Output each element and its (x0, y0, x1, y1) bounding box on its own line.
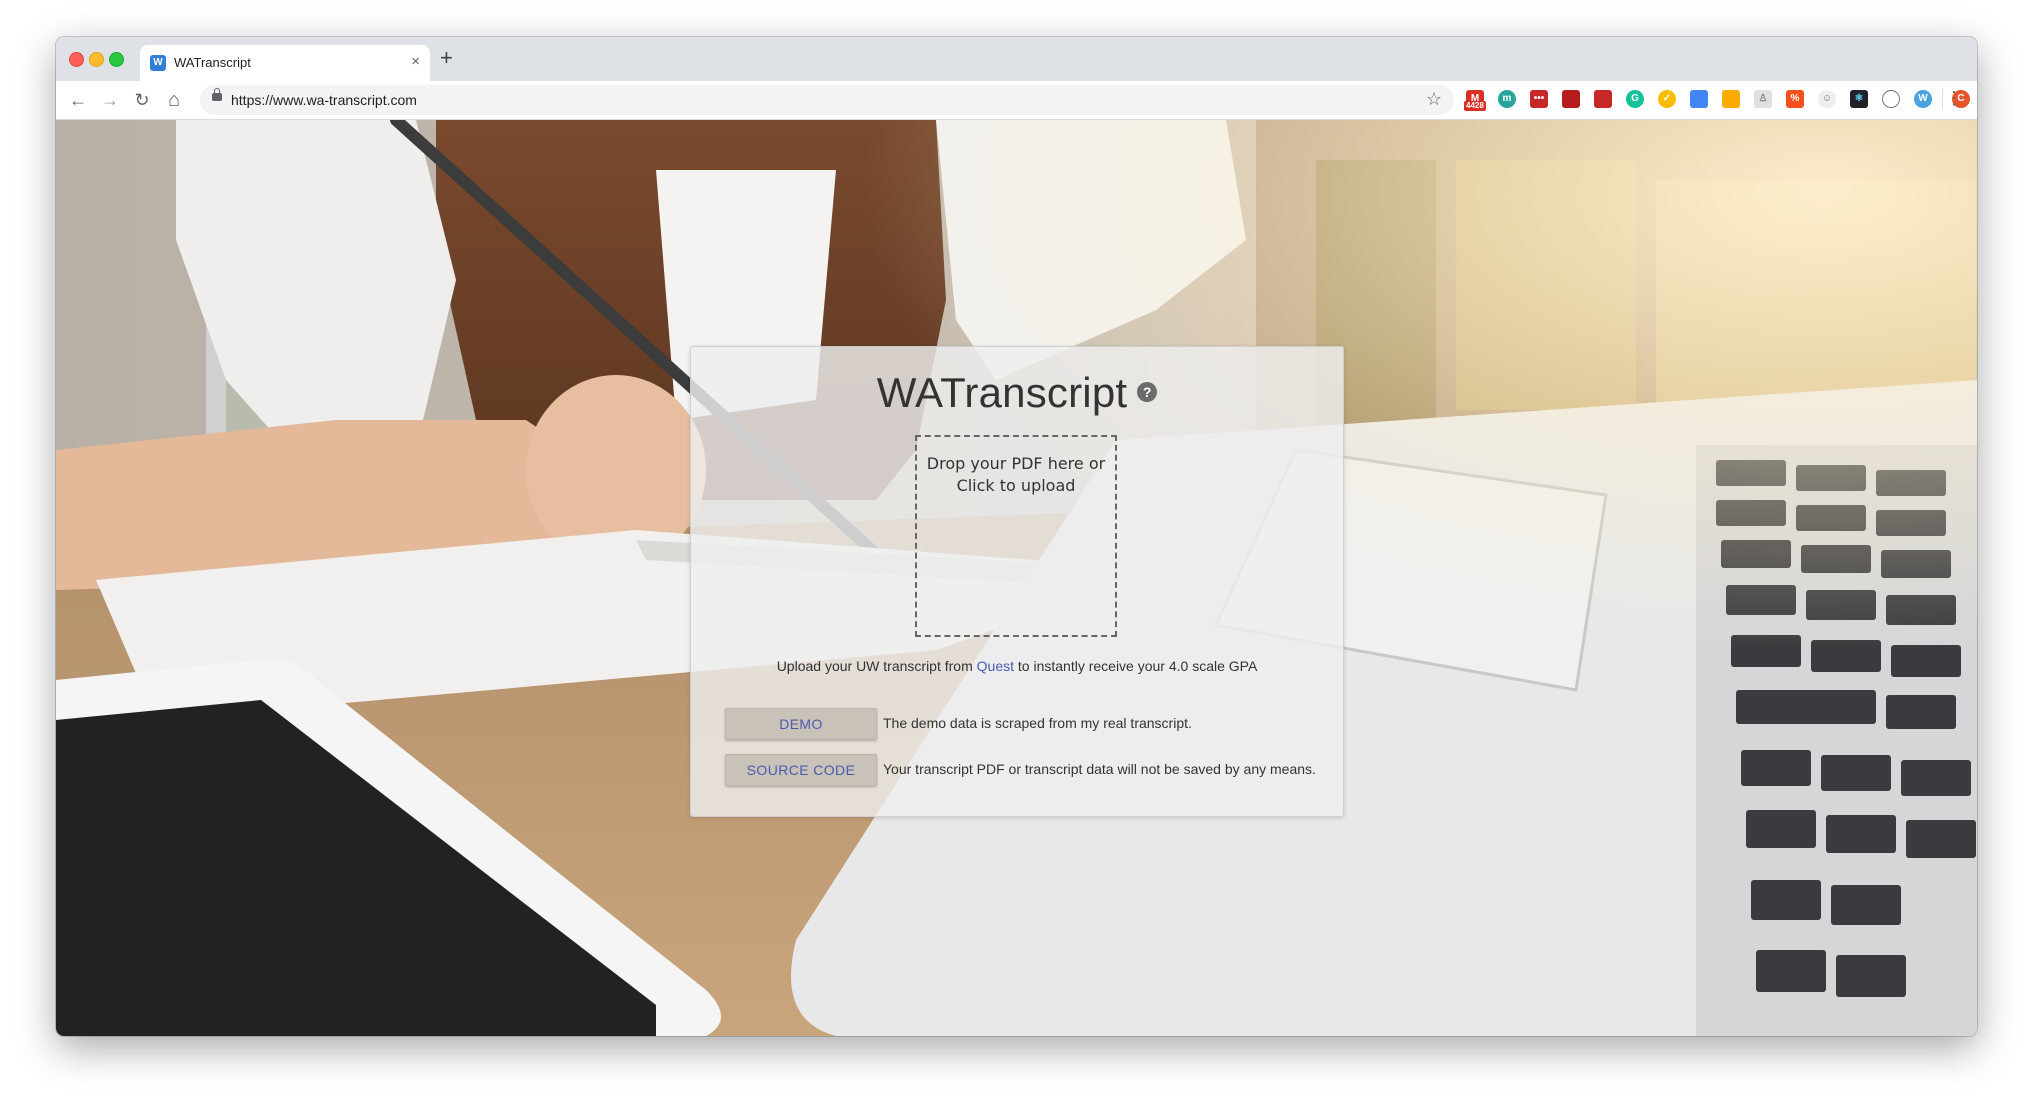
tab-title: WATranscript (174, 55, 251, 70)
dropzone-line-2: Click to upload (956, 476, 1076, 495)
dropzone-instructions: Drop your PDF here or Click to upload (917, 453, 1115, 497)
browser-toolbar: ← → ↻ ⌂ https://www.wa-transcript.com ☆ … (56, 81, 1977, 120)
checkmark-extension-icon[interactable]: ✓ (1658, 90, 1676, 108)
w-extension-icon[interactable]: W (1914, 90, 1932, 108)
circle-extension-icon[interactable] (1882, 90, 1900, 108)
bookmark-star-icon[interactable]: ☆ (1426, 89, 1442, 110)
browser-window: W WATranscript × + ← → ↻ ⌂ https://www.w… (56, 37, 1977, 1036)
google-extension-icon[interactable] (1690, 90, 1708, 108)
quest-link[interactable]: Quest (977, 658, 1014, 674)
demo-note: The demo data is scraped from my real tr… (883, 715, 1192, 731)
person-extension-icon[interactable]: ♙ (1754, 90, 1772, 108)
book-extension-icon[interactable] (1562, 90, 1580, 108)
address-bar[interactable]: https://www.wa-transcript.com ☆ (200, 85, 1454, 115)
new-tab-button[interactable]: + (440, 47, 453, 69)
page-content: WATranscript? Drop your PDF here or Clic… (56, 120, 1977, 1036)
pdf-dropzone[interactable]: Drop your PDF here or Click to upload (915, 435, 1117, 637)
privacy-note: Your transcript PDF or transcript data w… (883, 761, 1316, 777)
back-icon[interactable]: ← (66, 88, 90, 112)
shield-extension-icon[interactable] (1594, 90, 1612, 108)
toolbar-divider (1942, 89, 1943, 109)
tab-strip: W WATranscript × + (56, 37, 1977, 81)
url-text: https://www.wa-transcript.com (231, 92, 417, 108)
react-devtools-icon[interactable]: ⚛ (1850, 90, 1868, 108)
minimize-window-button[interactable] (89, 52, 104, 67)
upload-caption: Upload your UW transcript from Quest to … (691, 658, 1343, 674)
caption-after: to instantly receive your 4.0 scale GPA (1014, 658, 1258, 674)
reload-icon[interactable]: ↻ (130, 88, 154, 112)
grammarly-extension-icon[interactable]: G (1626, 90, 1644, 108)
help-icon[interactable]: ? (1137, 381, 1158, 402)
pocket-extension-icon[interactable]: % (1786, 90, 1804, 108)
gmail-badge: 4428 (1464, 101, 1486, 111)
mercury-extension-icon[interactable]: m (1498, 90, 1516, 108)
notes-extension-icon[interactable] (1722, 90, 1740, 108)
page-title: WATranscript? (691, 369, 1343, 417)
upload-card: WATranscript? Drop your PDF here or Clic… (690, 346, 1344, 817)
lock-icon (212, 88, 222, 101)
app-title: WATranscript (876, 369, 1128, 416)
close-window-button[interactable] (69, 52, 84, 67)
dropzone-line-1: Drop your PDF here or (926, 454, 1106, 473)
lastpass-extension-icon[interactable]: ••• (1530, 90, 1548, 108)
demo-button[interactable]: DEMO (725, 708, 877, 740)
browser-menu-icon[interactable]: ⋮ (1945, 88, 1963, 109)
face-extension-icon[interactable]: ☺ (1818, 90, 1836, 108)
maximize-window-button[interactable] (109, 52, 124, 67)
tab-watranscript[interactable]: W WATranscript × (140, 45, 430, 81)
home-icon[interactable]: ⌂ (162, 88, 186, 112)
site-favicon-icon: W (150, 55, 166, 71)
tab-close-icon[interactable]: × (411, 53, 420, 70)
caption-before: Upload your UW transcript from (776, 658, 977, 674)
gmail-extension-icon[interactable]: M 4428 (1464, 90, 1486, 111)
source-code-button[interactable]: SOURCE CODE (725, 754, 877, 786)
forward-icon[interactable]: → (98, 88, 122, 112)
